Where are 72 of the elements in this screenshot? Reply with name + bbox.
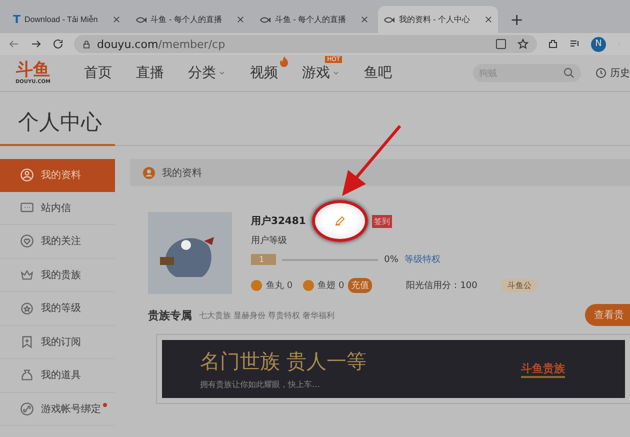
progress-percent: 0% bbox=[384, 254, 398, 264]
back-arrow-icon bbox=[8, 38, 20, 50]
tab-title: 我的资料 - 个人中心 bbox=[398, 14, 470, 25]
chevron-down-icon bbox=[218, 69, 226, 77]
tab-title: 斗鱼 - 每个人的直播 bbox=[150, 14, 222, 25]
coin-icon bbox=[251, 280, 262, 291]
new-tab-button[interactable]: + bbox=[502, 10, 532, 33]
crown-icon bbox=[20, 268, 34, 282]
message-icon bbox=[20, 200, 34, 215]
tab-title: Download - Tải Miễn bbox=[24, 15, 98, 24]
tab-favicon: T bbox=[13, 13, 21, 26]
close-icon bbox=[112, 15, 121, 24]
nav-link[interactable]: 分类 bbox=[188, 64, 226, 82]
user-icon bbox=[143, 166, 155, 178]
search-icon bbox=[563, 67, 575, 79]
nav-link[interactable]: 首页 bbox=[84, 64, 112, 82]
level-badge: 1 bbox=[251, 254, 276, 265]
bag-icon bbox=[20, 368, 34, 382]
history-link[interactable]: 历史 bbox=[595, 66, 630, 80]
nav-link[interactable]: 游戏 bbox=[302, 64, 340, 82]
fire-icon bbox=[278, 55, 290, 68]
currency-stat: 鱼翅 0 bbox=[302, 279, 344, 292]
sidebar-item[interactable]: 我的订阅 bbox=[0, 326, 115, 359]
tab-title: 斗鱼 - 每个人的直播 bbox=[274, 14, 346, 25]
close-icon bbox=[236, 15, 245, 24]
address-bar[interactable]: douyu.com/member/cp bbox=[74, 35, 537, 53]
star-badge-icon bbox=[20, 301, 34, 316]
chevron-down-icon bbox=[332, 69, 340, 77]
forward-arrow-icon bbox=[30, 38, 42, 50]
noble-banner[interactable]: 名门世族 贵人一等 拥有贵族让你如此耀眼，快上车... 斗鱼贵族 bbox=[162, 340, 625, 398]
browser-tab[interactable]: T Download - Tải Miễn bbox=[8, 6, 126, 33]
lock-icon bbox=[82, 40, 91, 48]
browser-tab[interactable]: 斗鱼 - 每个人的直播 bbox=[130, 6, 250, 33]
nav-link[interactable]: 视频 bbox=[250, 64, 278, 82]
star-icon bbox=[517, 38, 529, 50]
username: 用户32481 bbox=[251, 214, 306, 228]
nav-link[interactable]: 鱼吧 bbox=[364, 64, 392, 82]
close-icon bbox=[484, 15, 494, 24]
url-text: douyu.com/member/cp bbox=[97, 38, 226, 50]
link-icon bbox=[20, 402, 34, 416]
sidebar-item[interactable]: 我的等级 bbox=[0, 292, 115, 326]
close-icon bbox=[360, 15, 369, 24]
banner-tagline: 拥有贵族让你如此耀眼，快上车... bbox=[200, 379, 321, 390]
banner-emblem: 斗鱼贵族 bbox=[521, 360, 565, 378]
credit-score[interactable]: 阳光信用分：100 bbox=[406, 279, 478, 292]
browser-tab[interactable]: 斗鱼 - 每个人的直播 bbox=[254, 6, 374, 33]
sidebar-item[interactable]: 游戏帐号绑定 bbox=[0, 392, 115, 426]
user-icon bbox=[20, 168, 34, 182]
sidebar-item[interactable]: 我的贵族 bbox=[0, 258, 115, 292]
profile-avatar[interactable]: N bbox=[591, 36, 606, 52]
clock-icon bbox=[595, 67, 607, 79]
currency-stat: 鱼丸 0 bbox=[251, 279, 293, 292]
noble-title: 贵族专属 bbox=[148, 308, 192, 322]
browser-tab[interactable]: 我的资料 - 个人中心 bbox=[378, 6, 498, 33]
level-label: 用户等级 bbox=[251, 234, 288, 247]
coin-icon bbox=[302, 280, 314, 291]
sidebar-item[interactable]: 我的道具 bbox=[0, 359, 115, 392]
checkin-tag[interactable]: 签到 bbox=[372, 214, 392, 228]
sidebar-item[interactable]: 站内信 bbox=[0, 192, 115, 225]
bookmark-icon bbox=[20, 334, 34, 349]
page-title: 个人中心 bbox=[0, 108, 115, 146]
nav-link[interactable]: 直播 bbox=[136, 64, 164, 82]
reload-icon bbox=[52, 38, 64, 50]
guild-button[interactable]: 斗鱼公 bbox=[501, 279, 538, 292]
noble-subtitle: 七大贵族 显赫身份 尊贵特权 奢华福利 bbox=[199, 310, 335, 320]
banner-headline: 名门世族 贵人一等 bbox=[200, 348, 366, 375]
privilege-link[interactable]: 等级特权 bbox=[404, 253, 440, 266]
pencil-icon bbox=[334, 215, 346, 227]
sidebar-item[interactable]: 我的关注 bbox=[0, 225, 115, 258]
section-title: 我的资料 bbox=[162, 166, 202, 180]
sidebar-item[interactable]: 我的资料 bbox=[0, 159, 115, 192]
recharge-button[interactable]: 充值 bbox=[348, 278, 372, 293]
